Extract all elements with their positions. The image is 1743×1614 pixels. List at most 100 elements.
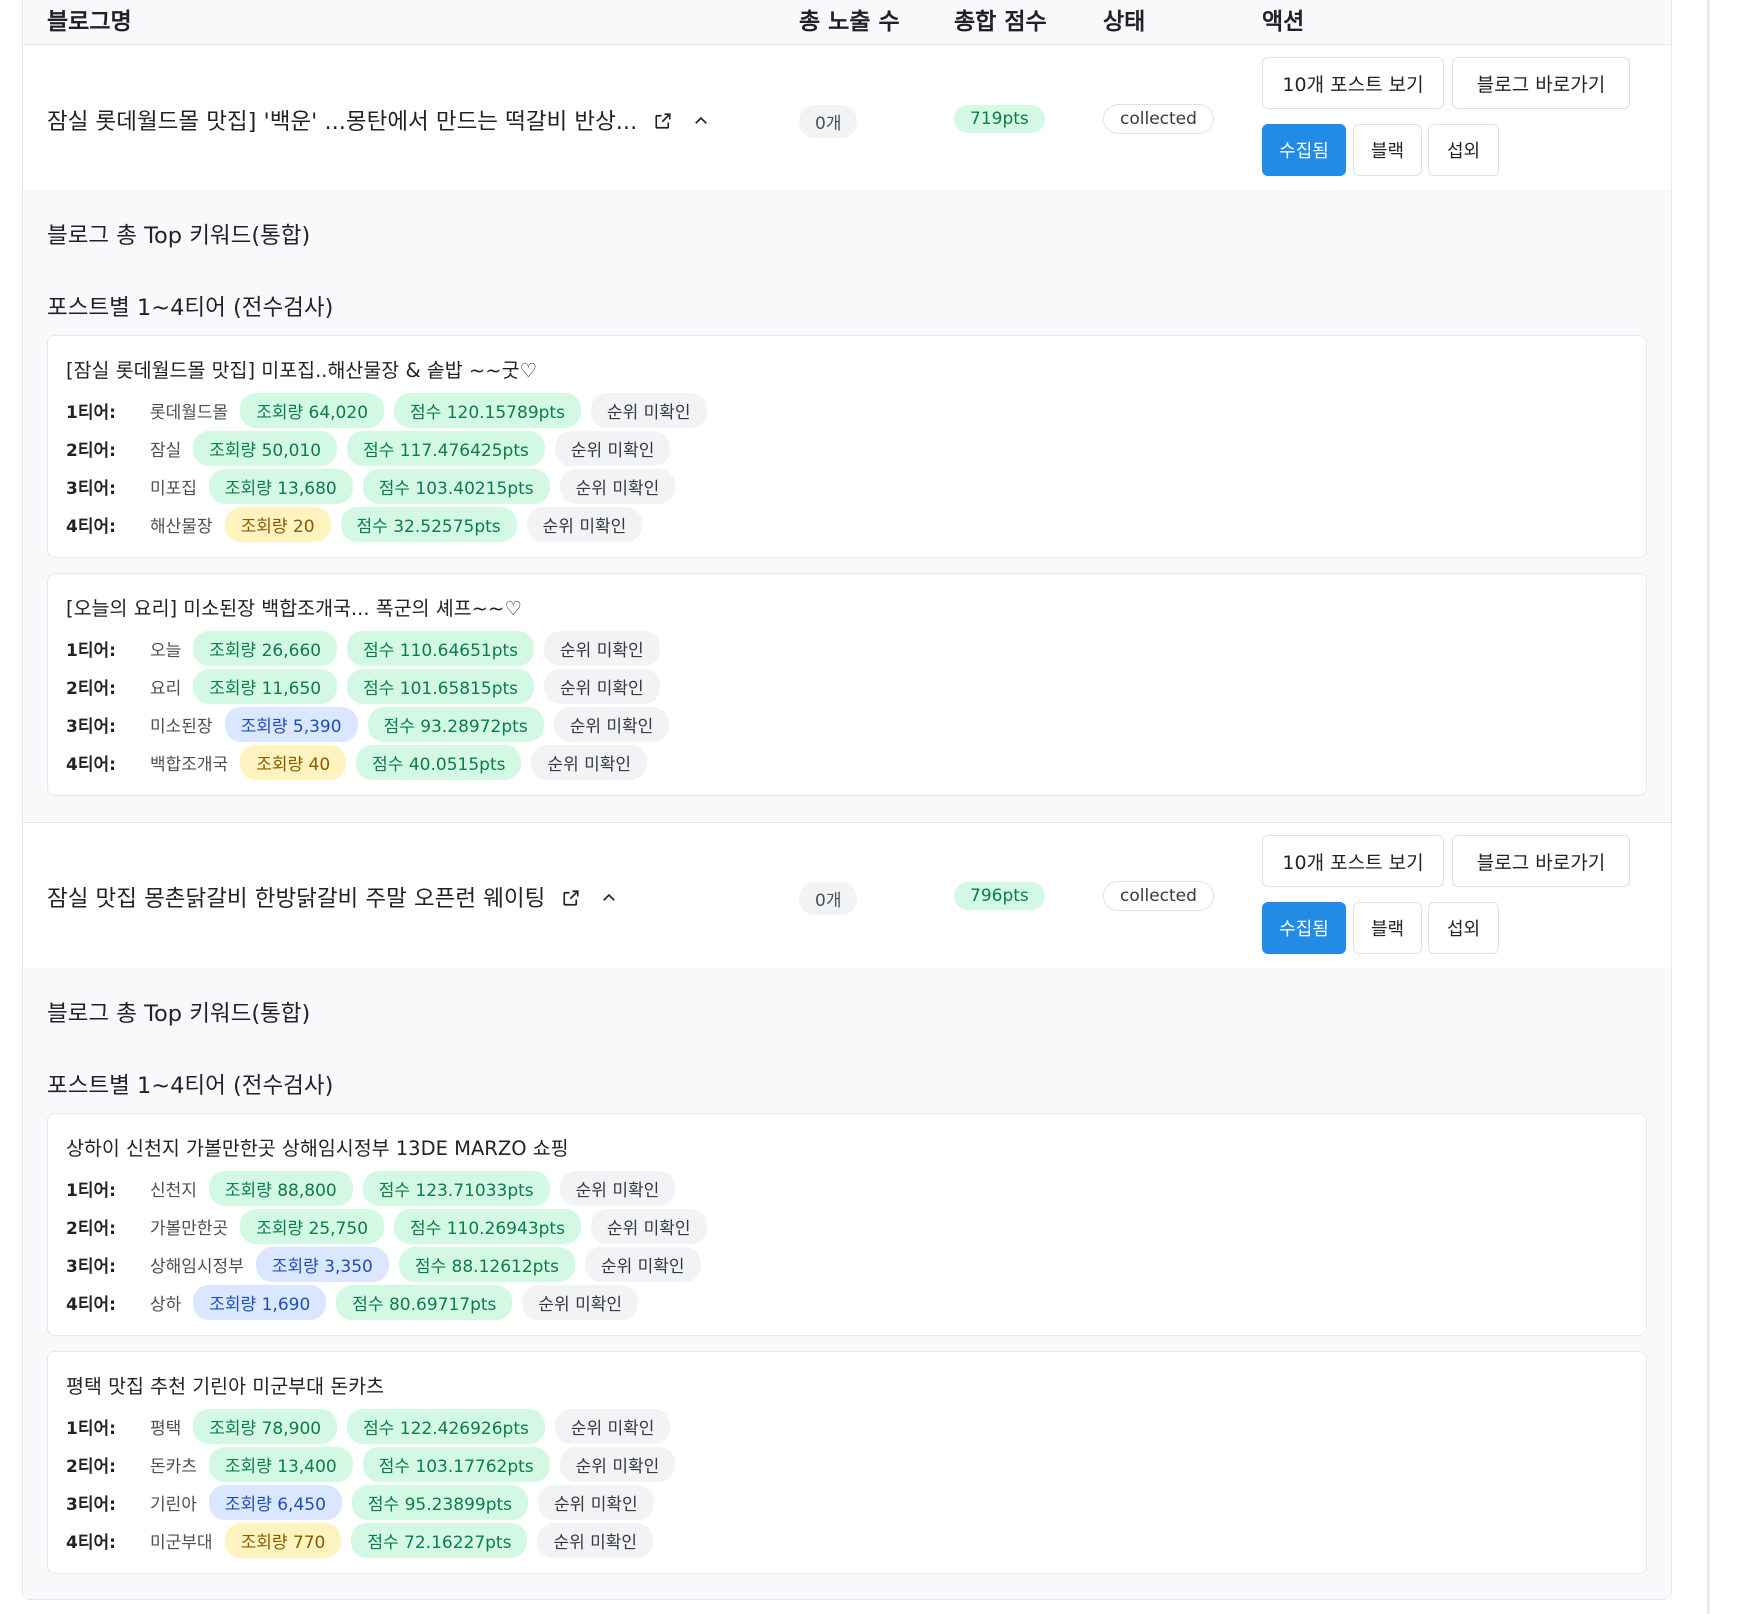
view-posts-button[interactable]: 10개 포스트 보기 xyxy=(1262,835,1444,887)
views-chip: 조회량 50,010 xyxy=(193,430,338,466)
tier-label: 2티어: xyxy=(66,1218,116,1239)
views-chip: 조회량 13,400 xyxy=(208,1446,353,1482)
top-keywords-heading: 블로그 총 Top 키워드(통합) xyxy=(47,223,311,249)
blog-row: 잠실 맛집 몽촌닭갈비 한방닭갈비 주말 오픈런 웨이팅 0개 796pts c… xyxy=(23,823,1671,968)
tier-label: 4티어: xyxy=(66,754,116,775)
rank-chip: 순위 미확인 xyxy=(553,706,670,742)
post-card: [잠실 롯데월드몰 맛집] 미포집..해산물장 & 솥밥 ~~굿♡ 1티어: 롯… xyxy=(47,335,1647,558)
rank-chip: 순위 미확인 xyxy=(590,392,707,428)
score-chip: 점수 40.0515pts xyxy=(356,744,522,780)
external-link-icon[interactable] xyxy=(562,887,580,913)
rank-chip: 순위 미확인 xyxy=(554,430,671,466)
tier-keyword: 미소된장 xyxy=(150,716,213,737)
tier-label: 3티어: xyxy=(66,716,116,737)
blog-table: 블로그명 총 노출 수 총합 점수 상태 액션 잠실 롯데월드몰 맛집] '백운… xyxy=(22,0,1672,1600)
tier-label: 4티어: xyxy=(66,1532,116,1553)
collected-button[interactable]: 수집됨 xyxy=(1262,902,1346,954)
score-chip: 점수 122.426926pts xyxy=(347,1408,545,1444)
view-posts-button[interactable]: 10개 포스트 보기 xyxy=(1262,57,1444,109)
tier-row: 4티어: 미군부대 조회량 770 점수 72.16227pts 순위 미확인 xyxy=(66,1522,654,1558)
contact-button[interactable]: 섭외 xyxy=(1428,902,1499,954)
rank-chip: 순위 미확인 xyxy=(544,630,660,666)
tier-label: 1티어: xyxy=(66,402,116,423)
score-chip: 점수 88.12612pts xyxy=(398,1246,575,1282)
score-chip: 점수 32.52575pts xyxy=(340,506,517,542)
tier-keyword: 미포집 xyxy=(150,478,197,499)
views-chip: 조회량 3,350 xyxy=(255,1246,389,1282)
tier-label: 1티어: xyxy=(66,1180,116,1201)
tier-keyword: 상해임시정부 xyxy=(150,1256,244,1277)
score-chip: 점수 103.17762pts xyxy=(362,1446,550,1482)
contact-button[interactable]: 섭외 xyxy=(1428,124,1499,176)
score-chip: 점수 110.64651pts xyxy=(347,630,535,666)
page-scrollbar-track[interactable] xyxy=(1707,0,1710,1614)
status-badge: collected xyxy=(1103,104,1214,134)
go-blog-button[interactable]: 블로그 바로가기 xyxy=(1452,835,1630,887)
blog-title-cell: 잠실 맛집 몽촌닭갈비 한방닭갈비 주말 오픈런 웨이팅 xyxy=(47,881,618,913)
blog-detail: 블로그 총 Top 키워드(통합) 포스트별 1~4티어 (전수검사) [잠실 … xyxy=(23,190,1671,821)
tier-row: 1티어: 오늘 조회량 26,660 점수 110.64651pts 순위 미확… xyxy=(66,630,660,666)
score-chip: 점수 123.71033pts xyxy=(362,1170,550,1206)
status-badge: collected xyxy=(1103,881,1214,911)
exposure-badge: 0개 xyxy=(799,882,858,915)
tier-label: 3티어: xyxy=(66,1256,116,1277)
views-chip: 조회량 26,660 xyxy=(193,630,338,666)
external-link-icon[interactable] xyxy=(654,110,672,136)
tier-row: 3티어: 미소된장 조회량 5,390 점수 93.28972pts 순위 미확… xyxy=(66,706,670,742)
tier-row: 3티어: 미포집 조회량 13,680 점수 103.40215pts 순위 미… xyxy=(66,468,676,504)
rank-chip: 순위 미확인 xyxy=(522,1284,639,1320)
tier-row: 1티어: 신천지 조회량 88,800 점수 123.71033pts 순위 미… xyxy=(66,1170,676,1206)
tier-keyword: 돈카츠 xyxy=(150,1456,197,1477)
views-chip: 조회량 25,750 xyxy=(240,1208,385,1244)
blog-title: 잠실 롯데월드몰 맛집] '백운' ...몽탄에서 만드는 떡갈비 반상... xyxy=(47,109,638,135)
score-badge: 719pts xyxy=(954,105,1045,133)
tier-keyword: 기린아 xyxy=(150,1494,197,1515)
collected-button[interactable]: 수집됨 xyxy=(1262,124,1346,176)
tier-keyword: 상하 xyxy=(150,1294,182,1315)
post-card: 평택 맛집 추천 기린아 미군부대 돈카츠 1티어: 평택 조회량 78,900… xyxy=(47,1351,1647,1574)
score-chip: 점수 120.15789pts xyxy=(394,392,581,428)
tier-label: 4티어: xyxy=(66,1294,116,1315)
tier-label: 2티어: xyxy=(66,678,116,699)
views-chip: 조회량 5,390 xyxy=(224,706,358,742)
tier-keyword: 백합조개국 xyxy=(150,754,229,775)
go-blog-button[interactable]: 블로그 바로가기 xyxy=(1452,57,1630,109)
black-button[interactable]: 블랙 xyxy=(1353,902,1422,954)
header-total-exposure: 총 노출 수 xyxy=(799,9,900,35)
rank-chip: 순위 미확인 xyxy=(559,1446,676,1482)
views-chip: 조회량 13,680 xyxy=(208,468,353,504)
views-chip: 조회량 88,800 xyxy=(208,1170,353,1206)
post-title: 평택 맛집 추천 기린아 미군부대 돈카츠 xyxy=(66,1375,385,1398)
views-chip: 조회량 770 xyxy=(224,1522,342,1558)
header-action: 액션 xyxy=(1262,9,1305,35)
header-total-score: 총합 점수 xyxy=(954,9,1047,35)
post-title: [오늘의 요리] 미소된장 백합조개국... 폭군의 셰프~~♡ xyxy=(66,597,522,620)
tier-label: 1티어: xyxy=(66,640,116,661)
tier-keyword: 롯데월드몰 xyxy=(150,402,229,423)
rank-chip: 순위 미확인 xyxy=(590,1208,707,1244)
tier-keyword: 해산물장 xyxy=(150,516,213,537)
tier-keyword: 요리 xyxy=(150,678,182,699)
header-status: 상태 xyxy=(1103,9,1146,35)
tier-label: 2티어: xyxy=(66,440,116,461)
tier-section-heading: 포스트별 1~4티어 (전수검사) xyxy=(47,295,334,321)
rank-chip: 순위 미확인 xyxy=(531,744,648,780)
views-chip: 조회량 20 xyxy=(224,506,331,542)
chevron-up-icon[interactable] xyxy=(692,110,710,136)
tier-row: 2티어: 돈카츠 조회량 13,400 점수 103.17762pts 순위 미… xyxy=(66,1446,676,1482)
score-chip: 점수 80.69717pts xyxy=(336,1284,513,1320)
blog-detail: 블로그 총 Top 키워드(통합) 포스트별 1~4티어 (전수검사) 상하이 … xyxy=(23,968,1671,1599)
tier-keyword: 가볼만한곳 xyxy=(150,1218,229,1239)
score-chip: 점수 95.23899pts xyxy=(351,1484,529,1520)
tier-row: 2티어: 가볼만한곳 조회량 25,750 점수 110.26943pts 순위… xyxy=(66,1208,707,1244)
rank-chip: 순위 미확인 xyxy=(526,506,643,542)
rank-chip: 순위 미확인 xyxy=(559,468,676,504)
top-keywords-heading: 블로그 총 Top 키워드(통합) xyxy=(47,1001,311,1027)
black-button[interactable]: 블랙 xyxy=(1353,124,1422,176)
blog-entry: 잠실 맛집 몽촌닭갈비 한방닭갈비 주말 오픈런 웨이팅 0개 796pts c… xyxy=(23,822,1671,1599)
rank-chip: 순위 미확인 xyxy=(559,1170,676,1206)
tier-keyword: 잠실 xyxy=(150,440,182,461)
views-chip: 조회량 78,900 xyxy=(193,1408,338,1444)
score-chip: 점수 117.476425pts xyxy=(347,430,545,466)
chevron-up-icon[interactable] xyxy=(600,887,618,913)
